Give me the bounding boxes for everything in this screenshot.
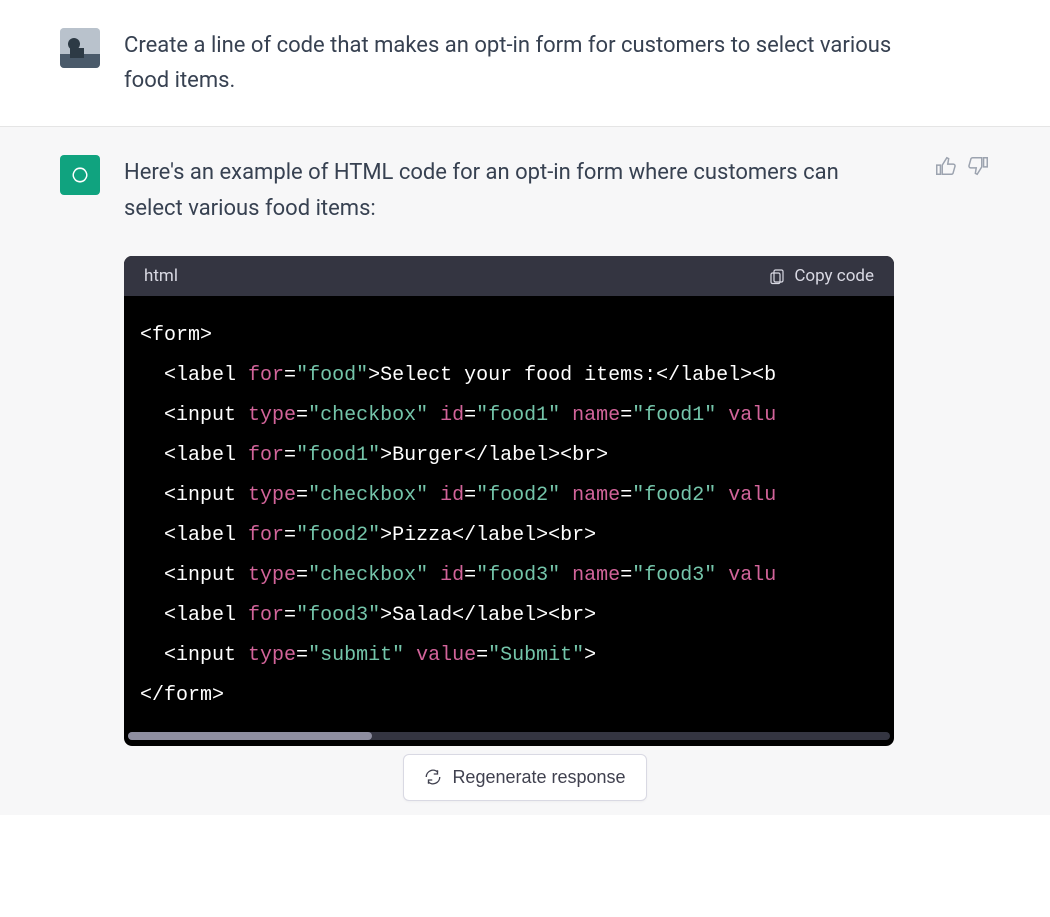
horizontal-scrollbar-thumb[interactable]	[128, 732, 372, 740]
regenerate-label: Regenerate response	[452, 767, 625, 788]
assistant-avatar	[60, 155, 100, 195]
conversation: Create a line of code that makes an opt-…	[0, 0, 1050, 815]
user-photo-icon	[60, 28, 100, 68]
code-block: html Copy code <form> <label for="food">…	[124, 256, 894, 746]
openai-logo-icon	[67, 162, 93, 188]
copy-code-button[interactable]: Copy code	[768, 266, 874, 286]
code-language-label: html	[144, 266, 178, 286]
assistant-message-body: Here's an example of HTML code for an op…	[124, 155, 894, 745]
user-turn: Create a line of code that makes an opt-…	[0, 0, 1050, 127]
regenerate-icon	[424, 768, 442, 786]
regenerate-wrap: Regenerate response	[0, 754, 1050, 815]
thumbs-down-icon	[968, 155, 990, 177]
thumbs-up-icon	[934, 155, 956, 177]
code-header: html Copy code	[124, 256, 894, 296]
horizontal-scrollbar[interactable]	[128, 732, 890, 740]
code-content: <form> <label for="food">Select your foo…	[124, 296, 894, 732]
thumbs-down-button[interactable]	[968, 155, 990, 177]
user-message-body: Create a line of code that makes an opt-…	[124, 28, 990, 98]
user-prompt-text: Create a line of code that makes an opt-…	[124, 28, 894, 98]
thumbs-up-button[interactable]	[934, 155, 956, 177]
feedback-buttons	[934, 155, 990, 745]
regenerate-response-button[interactable]: Regenerate response	[403, 754, 646, 801]
code-scroll-area[interactable]: <form> <label for="food">Select your foo…	[124, 296, 894, 746]
copy-code-label: Copy code	[794, 266, 874, 286]
clipboard-icon	[768, 267, 786, 285]
user-avatar	[60, 28, 100, 68]
assistant-intro-text: Here's an example of HTML code for an op…	[124, 155, 894, 225]
assistant-turn: Here's an example of HTML code for an op…	[0, 127, 1050, 773]
